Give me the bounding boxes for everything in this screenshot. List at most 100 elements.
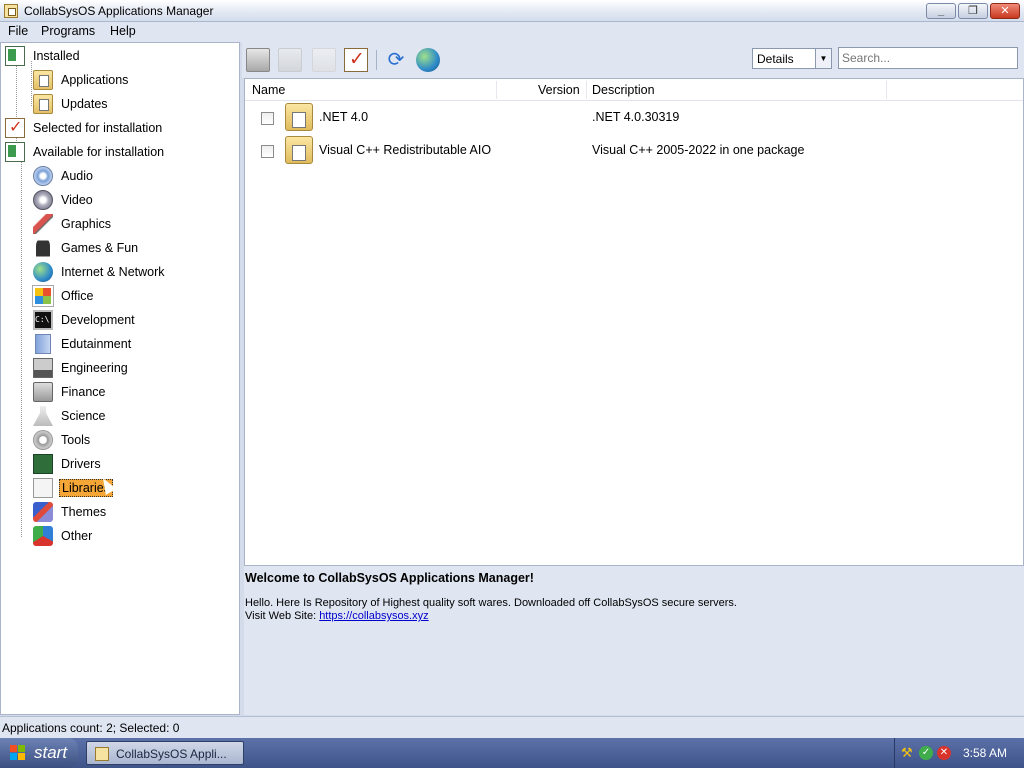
website-link[interactable]: https://collabsysos.xyz: [319, 610, 428, 622]
tree-label: Games & Fun: [61, 241, 139, 255]
calculator-icon: [33, 382, 53, 402]
tree-label: Themes: [61, 505, 107, 519]
column-separator[interactable]: [586, 81, 587, 99]
taskbar-app-button[interactable]: CollabSysOS Appli...: [86, 741, 244, 765]
table-row[interactable]: Visual C++ Redistributable AIO Visual C+…: [245, 134, 1023, 166]
tree-label: Available for installation: [33, 145, 165, 159]
book-icon: [35, 334, 51, 354]
tree-category-audio[interactable]: Audio: [33, 165, 95, 187]
tree-selected-for-installation[interactable]: Selected for installation: [5, 117, 164, 139]
restore-button[interactable]: ❐: [958, 3, 988, 19]
tray-tool-icon[interactable]: ⚒: [901, 746, 915, 760]
info-visit-line: Visit Web Site: https://collabsysos.xyz: [245, 610, 429, 622]
clock: 3:58 AM: [963, 746, 1008, 760]
close-button[interactable]: ✕: [990, 3, 1020, 19]
tree-label: Updates: [61, 97, 108, 111]
tray-error-icon[interactable]: ✕: [937, 746, 951, 760]
tree-category-internet[interactable]: Internet & Network: [33, 261, 167, 283]
tree-connector: [31, 61, 32, 106]
column-description[interactable]: Description: [592, 83, 655, 97]
globe-icon: [33, 262, 53, 282]
tree-category-video[interactable]: Video: [33, 189, 95, 211]
tree-label: Applications: [61, 73, 129, 87]
tree-label: Edutainment: [61, 337, 132, 351]
menu-help[interactable]: Help: [106, 24, 140, 38]
update-button[interactable]: [312, 48, 336, 72]
tree-category-edutainment[interactable]: Edutainment: [33, 333, 133, 355]
tree-category-other[interactable]: Other: [33, 525, 94, 547]
minimize-button[interactable]: _: [926, 3, 956, 19]
toolbar: ✓ ⟳ Details ▼: [242, 42, 1024, 78]
column-version[interactable]: Version: [538, 83, 580, 97]
package-list: Name Version Description .NET 4.0 .NET 4…: [244, 78, 1024, 566]
row-checkbox[interactable]: [261, 145, 274, 158]
view-mode-value: Details: [757, 52, 794, 66]
gear-icon: [33, 430, 53, 450]
menu-bar: File Programs Help: [0, 22, 1024, 42]
window-title: CollabSysOS Applications Manager: [24, 4, 214, 18]
games-chess-icon: [36, 238, 50, 258]
console-icon: C:\: [33, 310, 53, 330]
tray-check-icon[interactable]: ✓: [919, 746, 933, 760]
status-bar: Applications count: 2; Selected: 0: [0, 716, 1024, 738]
package-icon: [285, 136, 313, 164]
tree-category-graphics[interactable]: Graphics: [33, 213, 113, 235]
installed-icon: [5, 46, 25, 66]
info-panel: Welcome to CollabSysOS Applications Mana…: [244, 566, 1024, 715]
web-update-button[interactable]: [416, 48, 440, 72]
start-button[interactable]: start: [0, 738, 78, 768]
close-icon: ✕: [1000, 5, 1010, 17]
computer-icon: [33, 358, 53, 378]
tree-category-office[interactable]: Office: [32, 285, 95, 307]
windows-flag-icon: [10, 745, 26, 761]
uninstall-button[interactable]: [278, 48, 302, 72]
tree-label: Engineering: [61, 361, 128, 375]
tree-label: Installed: [33, 49, 80, 63]
list-header: Name Version Description: [245, 79, 1023, 101]
graphics-brush-icon: [33, 214, 53, 234]
checklist-button[interactable]: ✓: [344, 48, 368, 72]
menu-file[interactable]: File: [4, 24, 32, 38]
status-text: Applications count: 2; Selected: 0: [2, 721, 180, 735]
tree-category-engineering[interactable]: Engineering: [33, 357, 130, 379]
tree-label: Audio: [61, 169, 93, 183]
tree-available[interactable]: Available for installation: [5, 141, 166, 163]
tree-label: Development: [61, 313, 135, 327]
refresh-button[interactable]: ⟳: [384, 48, 408, 72]
column-separator[interactable]: [496, 81, 497, 99]
tree-label: Office: [61, 289, 94, 303]
install-button[interactable]: [246, 48, 270, 72]
title-bar: CollabSysOS Applications Manager _ ❐ ✕: [0, 0, 1024, 22]
tree-category-tools[interactable]: Tools: [33, 429, 92, 451]
column-separator[interactable]: [886, 81, 887, 99]
office-icon: [32, 285, 54, 307]
available-icon: [5, 142, 25, 162]
column-name[interactable]: Name: [252, 83, 285, 97]
themes-icon: [33, 502, 53, 522]
tree-updates[interactable]: Updates: [33, 93, 110, 115]
tree-category-drivers[interactable]: Drivers: [33, 453, 103, 475]
tree-installed[interactable]: Installed: [5, 45, 82, 67]
tree-category-finance[interactable]: Finance: [33, 381, 107, 403]
app-icon: [95, 747, 109, 761]
circuit-board-icon: [33, 454, 53, 474]
visit-label: Visit Web Site:: [245, 610, 320, 622]
view-mode-select[interactable]: Details ▼: [752, 48, 832, 69]
toolbar-separator: [376, 50, 377, 70]
tree-category-science[interactable]: Science: [33, 405, 107, 427]
tree-category-development[interactable]: C:\ Development: [33, 309, 137, 331]
applications-icon: [33, 70, 53, 90]
chevron-down-icon[interactable]: ▼: [815, 49, 831, 68]
system-tray: ⚒ ✓ ✕ 3:58 AM: [894, 738, 1024, 768]
tree-applications[interactable]: Applications: [33, 69, 130, 91]
tree-label: Finance: [61, 385, 106, 399]
search-input[interactable]: [838, 47, 1018, 69]
tree-category-themes[interactable]: Themes: [33, 501, 108, 523]
tree-label: Graphics: [61, 217, 112, 231]
package-icon: [285, 103, 313, 131]
tree-category-games[interactable]: Games & Fun: [33, 237, 140, 259]
row-checkbox[interactable]: [261, 112, 274, 125]
menu-programs[interactable]: Programs: [37, 24, 99, 38]
row-name: Visual C++ Redistributable AIO: [319, 143, 492, 157]
table-row[interactable]: .NET 4.0 .NET 4.0.30319: [245, 101, 1023, 133]
